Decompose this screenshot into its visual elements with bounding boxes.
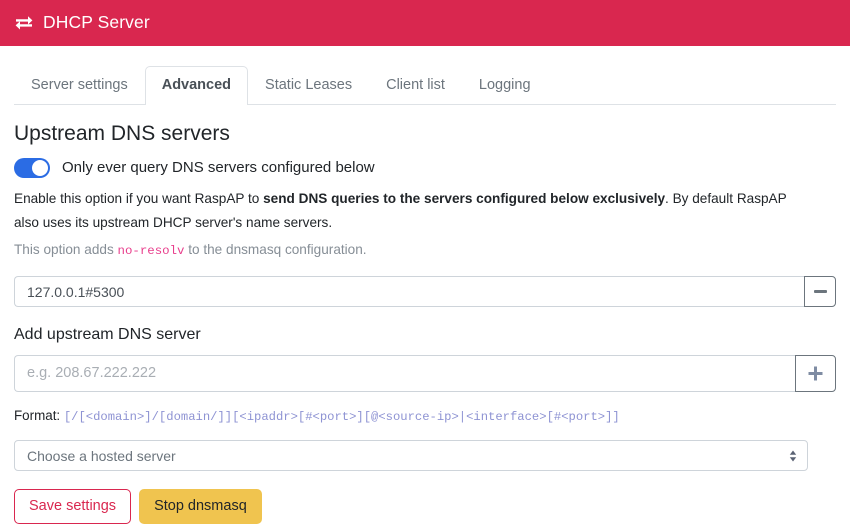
add-dns-server-input[interactable] [14, 354, 795, 392]
tab-advanced[interactable]: Advanced [144, 66, 249, 105]
page-title: DHCP Server [43, 12, 150, 33]
exchange-arrows-icon [14, 13, 34, 33]
tab-logging[interactable]: Logging [462, 66, 548, 105]
tab-server-settings[interactable]: Server settings [14, 66, 145, 105]
existing-dns-server-input[interactable] [14, 276, 804, 308]
only-query-configured-toggle[interactable] [14, 158, 50, 179]
action-button-row: Save settings Stop dnsmasq [14, 489, 836, 524]
description-part1: Enable this option if you want RaspAP to [14, 191, 264, 207]
tab-client-list[interactable]: Client list [369, 66, 462, 105]
stop-dnsmasq-button[interactable]: Stop dnsmasq [139, 489, 262, 524]
note-suffix: to the dnsmasq configuration. [184, 241, 367, 257]
toggle-knob [32, 160, 48, 177]
no-resolv-note: This option adds no-resolv to the dnsmas… [14, 238, 836, 262]
app-header: DHCP Server [0, 0, 850, 46]
advanced-panel: Upstream DNS servers Only ever query DNS… [0, 105, 850, 524]
section-title-upstream-dns: Upstream DNS servers [14, 122, 230, 145]
tab-bar: Server settings Advanced Static Leases C… [14, 66, 836, 105]
format-pattern: [/[<domain>]/[domain/]][<ipaddr>[#<port>… [63, 409, 620, 424]
plus-icon [808, 366, 823, 381]
save-settings-button[interactable]: Save settings [14, 489, 132, 524]
format-hint: Format: [/[<domain>]/[domain/]][<ipaddr>… [14, 406, 836, 426]
no-resolv-code: no-resolv [117, 243, 185, 258]
hosted-server-selected-value: Choose a hosted server [27, 447, 176, 464]
add-dns-server-button[interactable] [795, 354, 836, 392]
format-label: Format: [14, 407, 64, 423]
tab-bar-container: Server settings Advanced Static Leases C… [0, 46, 850, 105]
add-upstream-dns-label: Add upstream DNS server [14, 326, 201, 344]
existing-dns-server-row [14, 276, 836, 308]
note-prefix: This option adds [14, 241, 118, 257]
only-query-configured-toggle-row: Only ever query DNS servers configured b… [14, 158, 836, 179]
minus-icon [813, 290, 827, 294]
add-dns-server-row [14, 354, 836, 392]
upstream-dns-description: Enable this option if you want RaspAP to… [14, 187, 814, 234]
hosted-server-select-wrap: Choose a hosted server [14, 440, 808, 472]
only-query-configured-label: Only ever query DNS servers configured b… [62, 159, 375, 177]
remove-dns-server-button[interactable] [804, 276, 836, 308]
tab-static-leases[interactable]: Static Leases [248, 66, 369, 105]
hosted-server-select[interactable]: Choose a hosted server [14, 440, 808, 472]
description-strong: send DNS queries to the servers configur… [263, 191, 666, 207]
